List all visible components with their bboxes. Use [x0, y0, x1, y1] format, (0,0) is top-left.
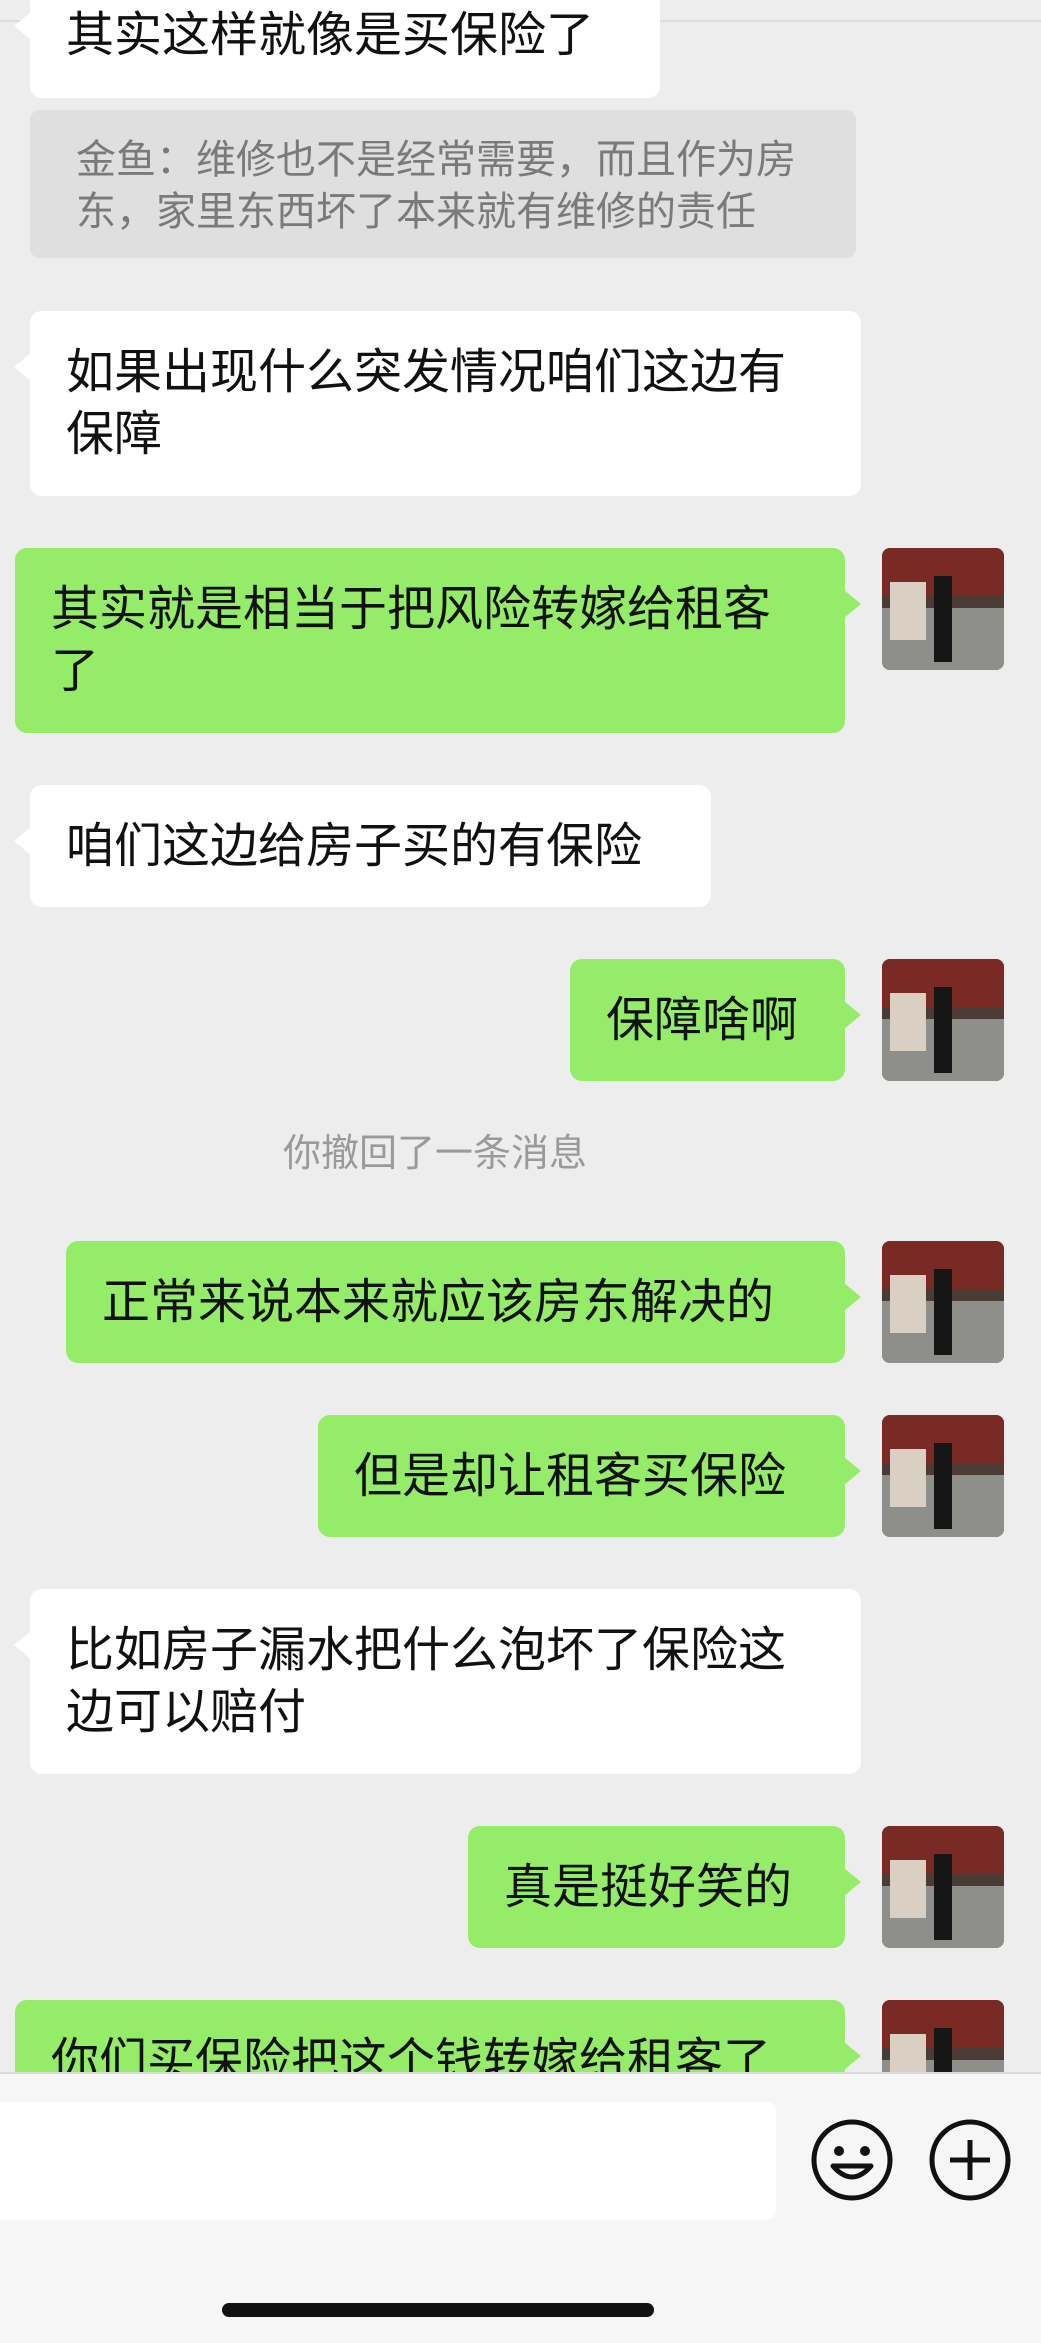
- avatar-photo: [882, 1826, 1004, 1948]
- avatar[interactable]: [882, 2000, 1004, 2072]
- avatar[interactable]: [882, 548, 1004, 670]
- outgoing-message[interactable]: 但是却让租客买保险: [318, 1415, 861, 1537]
- message-text: 其实就是相当于把风险转嫁给租客了: [51, 581, 772, 699]
- outgoing-message[interactable]: 你们买保险把这个钱转嫁给租客了: [15, 2000, 861, 2072]
- message-text: 如果出现什么突发情况咱们这边有保障: [66, 344, 787, 462]
- avatar[interactable]: [882, 1826, 1004, 1948]
- plus-icon[interactable]: [928, 2118, 1012, 2202]
- recall-notice: 你撤回了一条消息: [282, 1131, 587, 1175]
- outgoing-message[interactable]: 保障啥啊: [570, 959, 861, 1081]
- message-text: 你们买保险把这个钱转嫁给租客了: [51, 2033, 772, 2072]
- avatar[interactable]: [882, 959, 1004, 1081]
- avatar[interactable]: [882, 1415, 1004, 1537]
- avatar-photo: [882, 959, 1004, 1081]
- incoming-message[interactable]: 其实这样就像是买保险了: [14, 0, 660, 98]
- quote-text: 金鱼：维修也不是经常需要，而且作为房东，家里东西坏了本来就有维修的责任: [76, 137, 796, 235]
- quoted-reply[interactable]: 金鱼：维修也不是经常需要，而且作为房东，家里东西坏了本来就有维修的责任: [30, 110, 856, 258]
- message-text: 真是挺好笑的: [504, 1859, 793, 1915]
- home-indicator[interactable]: [222, 2303, 654, 2317]
- message-text: 但是却让租客买保险: [354, 1448, 787, 1504]
- message-text: 咱们这边给房子买的有保险: [66, 818, 643, 874]
- incoming-message[interactable]: 咱们这边给房子买的有保险: [14, 785, 711, 907]
- avatar[interactable]: [882, 1241, 1004, 1363]
- outgoing-message[interactable]: 正常来说本来就应该房东解决的: [66, 1241, 861, 1363]
- message-text: 正常来说本来就应该房东解决的: [102, 1274, 775, 1330]
- message-text: 其实这样就像是买保险了: [66, 7, 595, 63]
- avatar-photo: [882, 1241, 1004, 1363]
- message-input[interactable]: [0, 2102, 776, 2220]
- chat-history[interactable]: 其实这样就像是买保险了 金鱼：维修也不是经常需要，而且作为房东，家里东西坏了本来…: [0, 0, 1041, 2072]
- incoming-message[interactable]: 比如房子漏水把什么泡坏了保险这边可以赔付: [14, 1589, 861, 1774]
- avatar-photo: [882, 2000, 1004, 2072]
- avatar-photo: [882, 1415, 1004, 1537]
- message-text: 保障啥啊: [606, 992, 799, 1048]
- outgoing-message[interactable]: 其实就是相当于把风险转嫁给租客了: [15, 548, 861, 733]
- message-text: 比如房子漏水把什么泡坏了保险这边可以赔付: [66, 1622, 787, 1740]
- incoming-message[interactable]: 如果出现什么突发情况咱们这边有保障: [14, 311, 861, 496]
- outgoing-message[interactable]: 真是挺好笑的: [468, 1826, 861, 1948]
- emoji-icon[interactable]: [810, 2118, 894, 2202]
- avatar-photo: [882, 548, 1004, 670]
